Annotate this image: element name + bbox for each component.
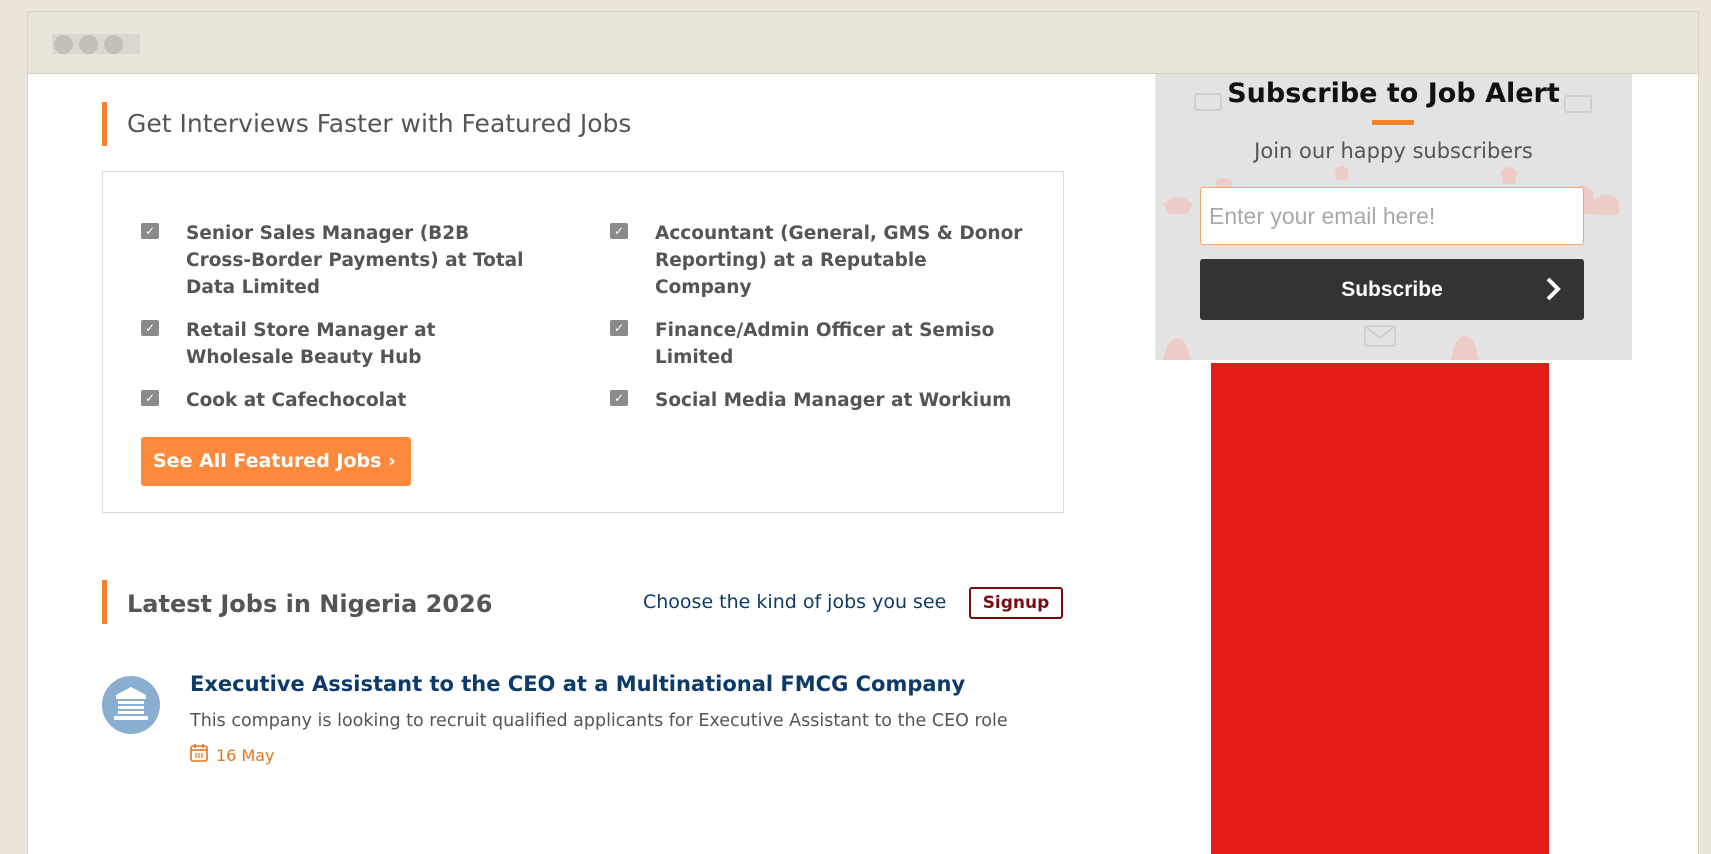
job-date-text: 16 May [216, 745, 275, 765]
featured-job-item: ✓ Finance/Admin Officer at Semiso Limite… [610, 317, 1025, 371]
subscribe-panel: Subscribe to Job Alert Join our happy su… [1155, 74, 1632, 360]
checkbox-icon: ✓ [610, 390, 628, 406]
checkbox-icon: ✓ [610, 223, 628, 239]
subscribe-subtitle: Join our happy subscribers [1254, 139, 1533, 163]
featured-job-link[interactable]: Accountant (General, GMS & Donor Reporti… [655, 220, 1025, 301]
subscribe-button-label: Subscribe [1341, 278, 1443, 301]
checkbox-icon: ✓ [141, 320, 159, 336]
job-title-link[interactable]: Executive Assistant to the CEO at a Mult… [190, 669, 965, 699]
latest-section-heading: Latest Jobs in Nigeria 2026 [102, 580, 492, 624]
calendar-icon [190, 743, 208, 768]
featured-job-item: ✓ Cook at Cafechocolat [141, 387, 536, 414]
see-all-featured-jobs-button[interactable]: See All Featured Jobs › [141, 437, 411, 486]
email-input[interactable] [1200, 187, 1584, 245]
checkbox-icon: ✓ [610, 320, 628, 336]
choose-jobs-text: Choose the kind of jobs you see [643, 591, 947, 613]
featured-job-item: ✓ Retail Store Manager at Wholesale Beau… [141, 317, 536, 371]
browser-window: Get Interviews Faster with Featured Jobs… [27, 11, 1699, 854]
featured-section-heading: Get Interviews Faster with Featured Jobs [102, 102, 631, 146]
featured-job-item: ✓ Senior Sales Manager (B2B Cross-Border… [141, 220, 536, 301]
maximize-dot-icon[interactable] [104, 34, 123, 54]
subscribe-title: Subscribe to Job Alert [1227, 78, 1560, 109]
featured-job-item: ✓ Social Media Manager at Workium [610, 387, 1025, 414]
featured-job-link[interactable]: Cook at Cafechocolat [186, 387, 406, 414]
ad-banner[interactable] [1211, 363, 1549, 854]
featured-job-link[interactable]: Finance/Admin Officer at Semiso Limited [655, 317, 1025, 371]
latest-heading-text: Latest Jobs in Nigeria 2026 [127, 590, 493, 618]
featured-job-link[interactable]: Senior Sales Manager (B2B Cross-Border P… [186, 220, 536, 301]
featured-job-item: ✓ Accountant (General, GMS & Donor Repor… [610, 220, 1025, 301]
checkbox-icon: ✓ [141, 390, 159, 406]
title-underline [1372, 120, 1414, 125]
chevron-right-icon [1544, 259, 1562, 317]
job-date: 16 May [190, 743, 275, 768]
minimize-dot-icon[interactable] [79, 34, 98, 54]
featured-job-link[interactable]: Social Media Manager at Workium [655, 387, 1011, 414]
subscribe-button[interactable]: Subscribe [1200, 259, 1584, 320]
signup-button[interactable]: Signup [969, 587, 1063, 619]
company-logo-icon[interactable] [102, 676, 160, 734]
checkbox-icon: ✓ [141, 223, 159, 239]
featured-heading-text: Get Interviews Faster with Featured Jobs [127, 109, 632, 138]
browser-chrome [28, 12, 1698, 74]
featured-job-link[interactable]: Retail Store Manager at Wholesale Beauty… [186, 317, 536, 371]
page-content: Get Interviews Faster with Featured Jobs… [28, 74, 1698, 854]
window-controls [52, 34, 140, 54]
featured-jobs-box: ✓ Senior Sales Manager (B2B Cross-Border… [102, 171, 1064, 513]
close-dot-icon[interactable] [54, 34, 73, 54]
job-description: This company is looking to recruit quali… [190, 711, 1008, 731]
